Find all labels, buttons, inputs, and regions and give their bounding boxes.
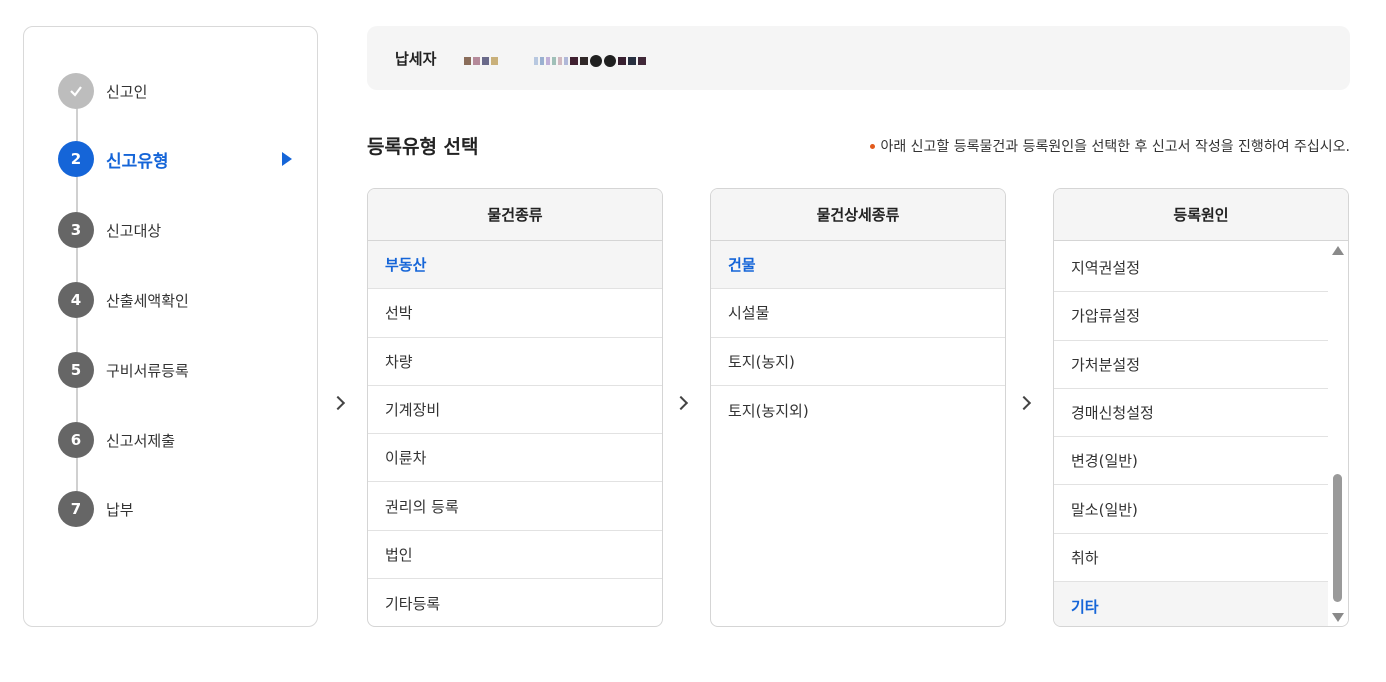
list-item[interactable]: 기타 [1054, 582, 1328, 626]
step-label: 신고서제출 [106, 431, 176, 450]
panel-header: 물건상세종류 [711, 189, 1005, 241]
list-item[interactable]: 기타등록 [368, 579, 662, 626]
property-detail-panel: 물건상세종류 건물 시설물 토지(농지) 토지(농지외) [710, 188, 1006, 627]
scrollbar-thumb[interactable] [1333, 474, 1342, 602]
list-item[interactable]: 가처분설정 [1054, 341, 1328, 389]
step-3[interactable]: 3 신고대상 [58, 212, 298, 248]
list-item[interactable]: 토지(농지) [711, 338, 1005, 386]
list-item[interactable]: 가압류설정 [1054, 292, 1328, 341]
step-number: 7 [58, 491, 94, 527]
step-number: 3 [58, 212, 94, 248]
step-label: 구비서류등록 [106, 361, 189, 380]
chevron-right-icon [1016, 395, 1032, 411]
step-number: 2 [58, 141, 94, 177]
step-label: 신고인 [106, 82, 148, 101]
notice-text: 아래 신고할 등록물건과 등록원인을 선택한 후 신고서 작성을 진행하여 주십… [880, 139, 1350, 155]
scrollbar[interactable] [1328, 241, 1348, 626]
current-step-arrow-icon [282, 152, 292, 166]
registration-cause-panel: 등록원인 지역권설정 가압류설정 가처분설정 경매신청설정 변경(일반) 말소(… [1053, 188, 1349, 627]
masked-taxpayer-id [534, 50, 648, 67]
step-number: 5 [58, 352, 94, 388]
step-label: 납부 [106, 500, 134, 519]
scroll-down-arrow-icon[interactable] [1332, 613, 1344, 622]
list-item[interactable]: 말소(일반) [1054, 485, 1328, 534]
list-item[interactable]: 시설물 [711, 289, 1005, 338]
list-item[interactable]: 법인 [368, 531, 662, 580]
taxpayer-label: 납세자 [395, 49, 437, 68]
list-item[interactable]: 건물 [711, 241, 1005, 290]
list-item[interactable]: 경매신청설정 [1054, 389, 1328, 438]
property-type-panel: 물건종류 부동산 선박 차량 기계장비 이륜차 권리의 등록 법인 기타등록 [367, 188, 663, 627]
list-item[interactable]: 취하 [1054, 534, 1328, 583]
step-6[interactable]: 6 신고서제출 [58, 422, 298, 458]
step-label: 산출세액확인 [106, 291, 189, 310]
step-number: 4 [58, 282, 94, 318]
step-sidebar: 신고인 2 신고유형 3 신고대상 4 산출세액확인 5 구비서류등록 6 신고… [23, 26, 318, 627]
step-5[interactable]: 5 구비서류등록 [58, 352, 298, 388]
selection-notice: 아래 신고할 등록물건과 등록원인을 선택한 후 신고서 작성을 진행하여 주십… [870, 136, 1350, 156]
step-1[interactable]: 신고인 [58, 73, 298, 109]
list-item[interactable]: 이륜차 [368, 434, 662, 483]
step-label: 신고유형 [106, 151, 169, 172]
panel-header: 물건종류 [368, 189, 662, 241]
taxpayer-info-bar: 납세자 [367, 26, 1350, 90]
bullet-dot-icon [870, 143, 876, 149]
list-item[interactable]: 변경(일반) [1054, 437, 1328, 486]
step-4[interactable]: 4 산출세액확인 [58, 282, 298, 318]
section-title: 등록유형 선택 [367, 136, 479, 158]
list-item[interactable]: 차량 [368, 338, 662, 386]
cause-scroll-list[interactable]: 지역권설정 가압류설정 가처분설정 경매신청설정 변경(일반) 말소(일반) 취… [1054, 241, 1348, 626]
list-item[interactable]: 선박 [368, 289, 662, 338]
list-item[interactable]: 토지(농지외) [711, 386, 1005, 434]
step-2[interactable]: 2 신고유형 [58, 141, 298, 177]
list-item[interactable]: 부동산 [368, 241, 662, 290]
chevron-right-icon [673, 395, 689, 411]
panel-header: 등록원인 [1054, 189, 1348, 241]
list-item[interactable]: 지역권설정 [1054, 244, 1328, 293]
check-icon [58, 73, 94, 109]
scroll-up-arrow-icon[interactable] [1332, 246, 1344, 255]
list-item[interactable]: 권리의 등록 [368, 482, 662, 531]
chevron-right-icon [330, 395, 346, 411]
step-number: 6 [58, 422, 94, 458]
step-7[interactable]: 7 납부 [58, 491, 298, 527]
step-label: 신고대상 [106, 221, 162, 240]
list-item[interactable]: 기계장비 [368, 386, 662, 435]
masked-taxpayer-name [464, 50, 500, 66]
